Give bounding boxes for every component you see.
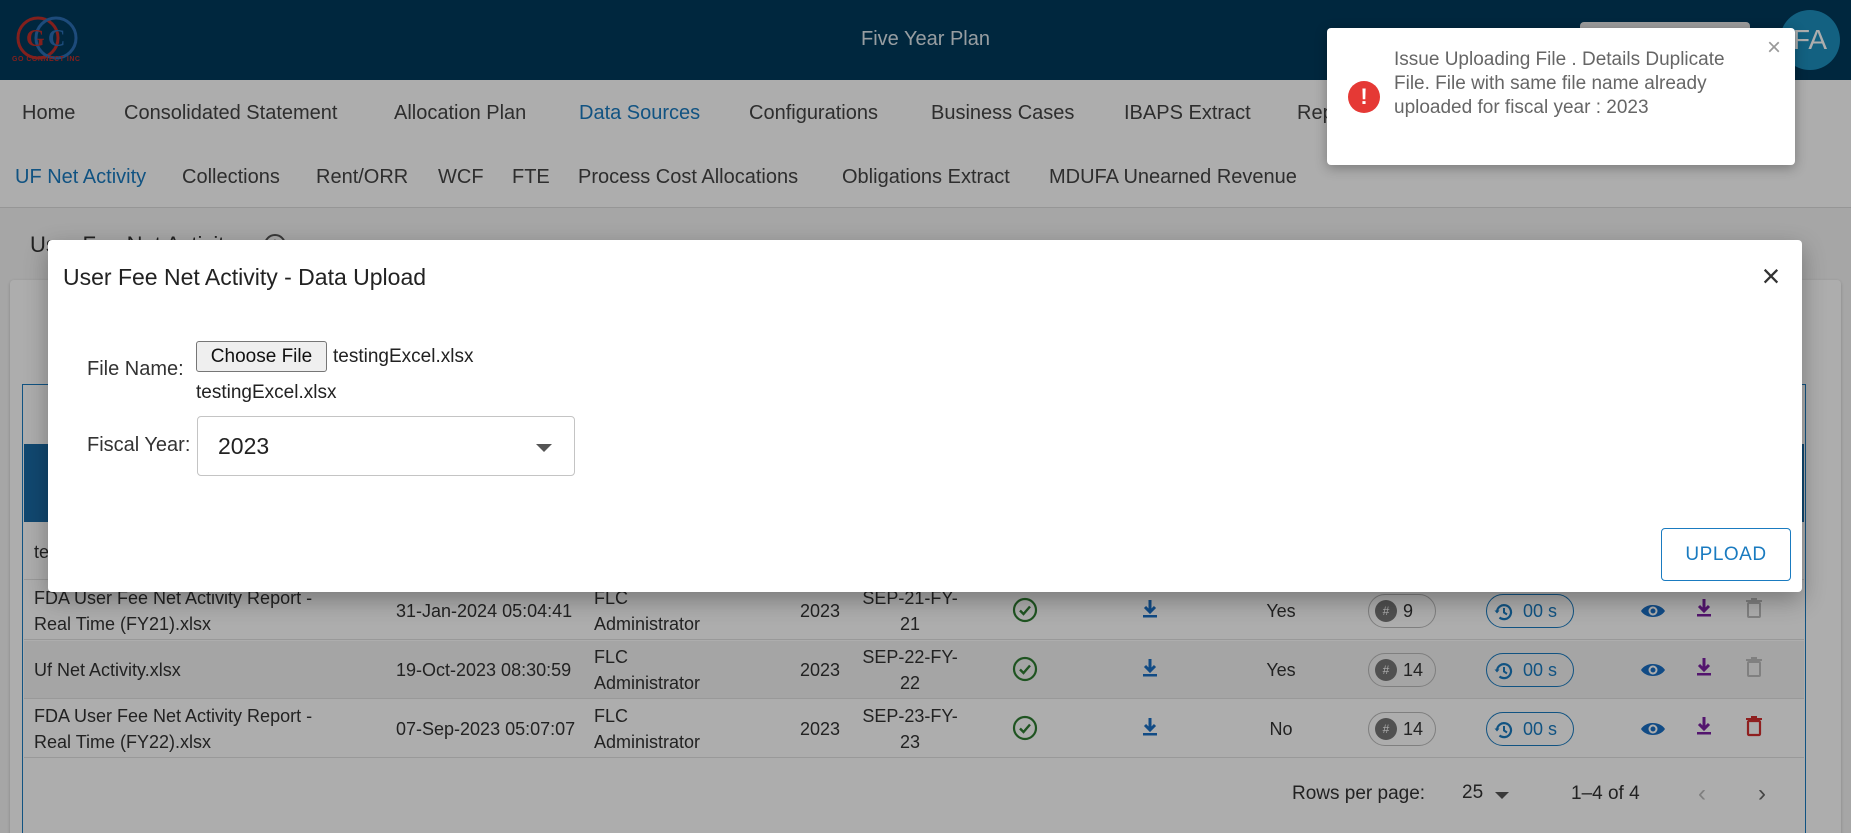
caret-down-icon[interactable] (536, 444, 552, 452)
choose-file-button[interactable]: Choose File (196, 341, 327, 372)
close-icon[interactable]: × (1756, 260, 1786, 292)
error-icon: ! (1348, 81, 1380, 113)
close-icon[interactable]: × (1763, 36, 1785, 60)
fiscal-year-value: 2023 (218, 433, 270, 459)
upload-dialog: User Fee Net Activity - Data Upload × Fi… (48, 240, 1802, 592)
file-name-label: File Name: (87, 358, 184, 380)
dialog-title: User Fee Net Activity - Data Upload (63, 264, 427, 290)
fiscal-year-label: Fiscal Year: (87, 434, 191, 456)
error-toast: ! Issue Uploading File . Details Duplica… (1327, 28, 1795, 165)
selected-file-display: testingExcel.xlsx (196, 382, 337, 403)
upload-button[interactable]: UPLOAD (1661, 528, 1791, 581)
toast-message: Issue Uploading File . Details Duplicate… (1394, 49, 1725, 118)
fiscal-year-select[interactable]: 2023 (197, 416, 575, 476)
chosen-file-name: testingExcel.xlsx (333, 346, 474, 367)
